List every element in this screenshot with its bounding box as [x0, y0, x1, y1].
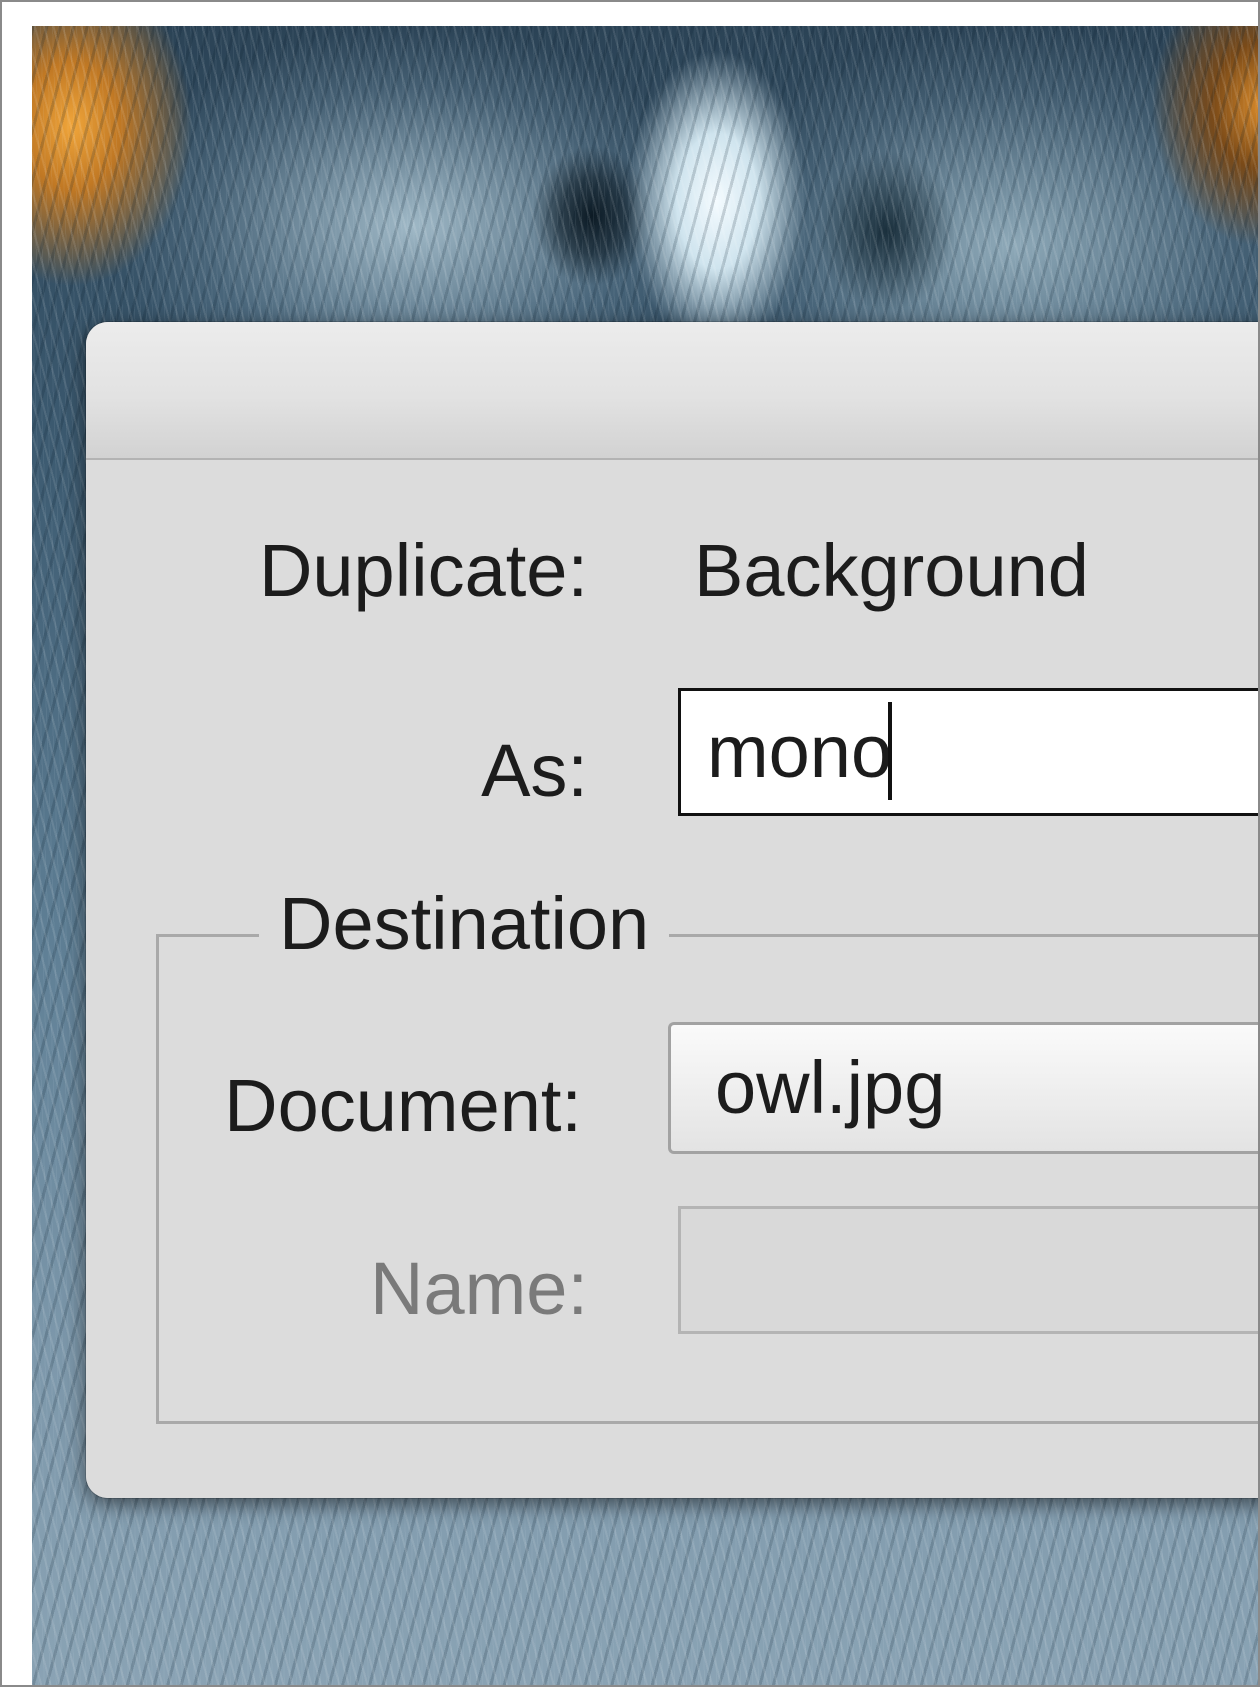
as-name-input[interactable]: mono [678, 688, 1258, 816]
name-label: Name: [370, 1247, 588, 1330]
document-select[interactable]: owl.jpg [668, 1022, 1258, 1154]
duplicate-label: Duplicate: [258, 529, 588, 612]
destination-group: Destination [156, 887, 1258, 1424]
document-select-value: owl.jpg [715, 1046, 946, 1129]
screenshot-frame: Duplicate: Background As: mono Destinati… [0, 0, 1260, 1687]
name-input-disabled [678, 1206, 1258, 1334]
duplicate-source-layer-name: Background [694, 529, 1089, 612]
text-cursor [888, 702, 893, 801]
dialog-titlebar[interactable] [86, 322, 1258, 460]
destination-legend: Destination [259, 887, 670, 961]
as-name-input-value: mono [707, 710, 893, 793]
as-label: As: [481, 729, 588, 812]
duplicate-layer-dialog: Duplicate: Background As: mono Destinati… [86, 322, 1258, 1498]
document-label: Document: [224, 1064, 582, 1147]
